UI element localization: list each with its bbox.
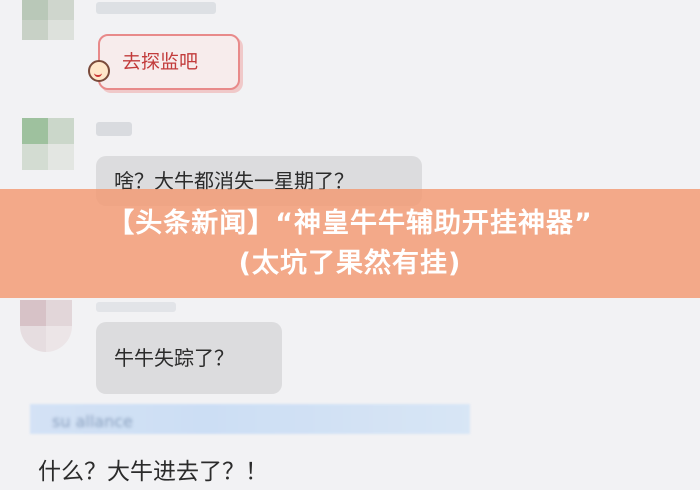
chat-input-text[interactable]: 什么？大牛进去了？！ xyxy=(38,452,268,486)
contact-avatar-top[interactable] xyxy=(22,0,74,40)
headline-line-2: (太坑了果然有挂) xyxy=(238,247,462,279)
contact-avatar-3[interactable] xyxy=(20,300,72,352)
message-text: 牛牛失踪了？ xyxy=(114,346,234,370)
contact-avatar-2[interactable] xyxy=(22,118,74,170)
sticker-face-icon xyxy=(88,60,110,82)
contact-name-blurred xyxy=(96,302,176,312)
contact-name-blurred xyxy=(96,122,132,136)
sticker-message-bubble[interactable]: 去探监吧 xyxy=(88,34,240,90)
sticker-message-text: 去探监吧 xyxy=(122,51,199,73)
blurred-strip-text: su allance xyxy=(52,412,133,431)
headline-line-1: 【头条新闻】“神皇牛牛辅助开挂神器” xyxy=(107,207,593,239)
message-bubble[interactable]: 牛牛失踪了？ xyxy=(96,322,282,394)
headline-banner: 【头条新闻】“神皇牛牛辅助开挂神器” (太坑了果然有挂) xyxy=(0,189,700,298)
contact-name-blurred xyxy=(96,2,216,14)
